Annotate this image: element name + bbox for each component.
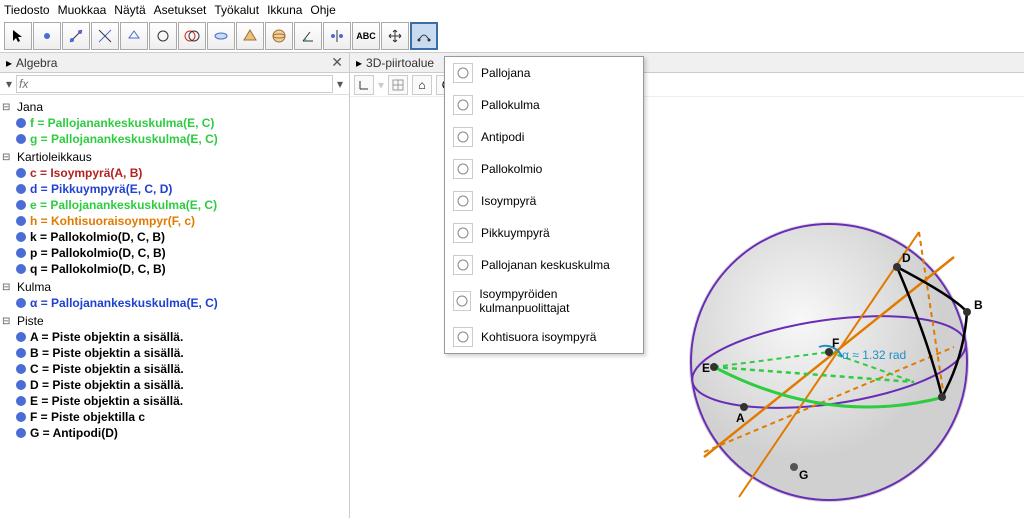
tree-item[interactable]: α = Pallojanankeskuskulma(E, C) bbox=[2, 295, 347, 311]
dropdown-icon bbox=[453, 127, 473, 147]
dropdown-item[interactable]: Kohtisuora isoympyrä bbox=[445, 321, 643, 353]
menu-item[interactable]: Asetukset bbox=[154, 3, 207, 17]
tree-item[interactable]: f = Pallojanankeskuskulma(E, C) bbox=[2, 115, 347, 131]
tree-item[interactable]: h = Kohtisuoraisoympyr(F, c) bbox=[2, 213, 347, 229]
menu-item[interactable]: Ohje bbox=[310, 3, 335, 17]
tool-circle[interactable] bbox=[149, 22, 177, 50]
panel-title: Algebra bbox=[16, 56, 327, 70]
tool-line[interactable] bbox=[62, 22, 90, 50]
axes-toggle[interactable] bbox=[354, 75, 374, 95]
tree-item[interactable]: B = Piste objektin a sisällä. bbox=[2, 345, 347, 361]
algebra-tree: ⊟Janaf = Pallojanankeskuskulma(E, C)g = … bbox=[0, 95, 349, 518]
tool-sphere-arc[interactable] bbox=[410, 22, 438, 50]
tree-item[interactable]: q = Pallokolmio(D, C, B) bbox=[2, 261, 347, 277]
tool-move-view[interactable] bbox=[381, 22, 409, 50]
dropdown-icon bbox=[453, 255, 473, 275]
tree-group[interactable]: ⊟Jana bbox=[2, 99, 347, 115]
tool-reflect[interactable] bbox=[323, 22, 351, 50]
tool-pyramid[interactable] bbox=[236, 22, 264, 50]
svg-text:α ≈ 1.32 rad: α ≈ 1.32 rad bbox=[842, 348, 906, 362]
svg-text:G: G bbox=[799, 468, 808, 482]
dropdown-icon bbox=[453, 95, 473, 115]
tool-perpendicular[interactable] bbox=[91, 22, 119, 50]
dropdown-item[interactable]: Pallojana bbox=[445, 57, 643, 89]
menu-item[interactable]: Näytä bbox=[114, 3, 145, 17]
tree-group[interactable]: ⊟Piste bbox=[2, 313, 347, 329]
tree-item[interactable]: k = Pallokolmio(D, C, B) bbox=[2, 229, 347, 245]
dropdown-icon bbox=[453, 159, 473, 179]
tree-group[interactable]: ⊟Kulma bbox=[2, 279, 347, 295]
dropdown-icon bbox=[453, 191, 473, 211]
tool-text[interactable]: ABC bbox=[352, 22, 380, 50]
svg-text:B: B bbox=[974, 298, 983, 312]
tree-group[interactable]: ⊟Kartioleikkaus bbox=[2, 149, 347, 165]
close-icon[interactable]: ✕ bbox=[331, 54, 343, 71]
tree-item[interactable]: C = Piste objektin a sisällä. bbox=[2, 361, 347, 377]
svg-text:A: A bbox=[736, 411, 745, 425]
svg-text:F: F bbox=[832, 336, 839, 350]
view-sep: ▾ bbox=[378, 78, 384, 92]
dropdown-item[interactable]: Pallojanan keskuskulma bbox=[445, 249, 643, 281]
tool-intersect[interactable] bbox=[178, 22, 206, 50]
tree-item[interactable]: e = Pallojanankeskuskulma(E, C) bbox=[2, 197, 347, 213]
tool-dropdown: PallojanaPallokulmaAntipodiPallokolmioIs… bbox=[444, 56, 644, 354]
collapse-icon[interactable]: ▸ bbox=[356, 56, 362, 70]
input-dropdown[interactable]: ▾ bbox=[333, 77, 347, 91]
tool-sphere[interactable] bbox=[265, 22, 293, 50]
tree-item[interactable]: d = Pikkuympyrä(E, C, D) bbox=[2, 181, 347, 197]
algebra-input[interactable] bbox=[16, 75, 333, 93]
tool-angle[interactable] bbox=[294, 22, 322, 50]
tree-item[interactable]: F = Piste objektilla c bbox=[2, 409, 347, 425]
svg-text:E: E bbox=[702, 361, 710, 375]
grid-toggle[interactable] bbox=[388, 75, 408, 95]
toolbar: ABC bbox=[0, 20, 1024, 53]
svg-text:D: D bbox=[902, 251, 911, 265]
dropdown-icon bbox=[453, 63, 473, 83]
dropdown-item[interactable]: Isoympyröiden kulmanpuolittajat bbox=[445, 281, 643, 321]
collapse-icon[interactable]: ▸ bbox=[6, 56, 12, 70]
menubar: Tiedosto Muokkaa Näytä Asetukset Työkalu… bbox=[0, 0, 1024, 20]
menu-item[interactable]: Työkalut bbox=[214, 3, 259, 17]
input-toggle[interactable]: ▾ bbox=[2, 77, 16, 91]
menu-item[interactable]: Tiedosto bbox=[4, 3, 50, 17]
tree-item[interactable]: E = Piste objektin a sisällä. bbox=[2, 393, 347, 409]
tree-item[interactable]: g = Pallojanankeskuskulma(E, C) bbox=[2, 131, 347, 147]
home-button[interactable]: ⌂ bbox=[412, 75, 432, 95]
dropdown-icon bbox=[453, 223, 473, 243]
input-bar: ▾ ▾ bbox=[0, 73, 349, 95]
tool-select[interactable] bbox=[4, 22, 32, 50]
tree-item[interactable]: G = Antipodi(D) bbox=[2, 425, 347, 441]
tree-item[interactable]: A = Piste objektin a sisällä. bbox=[2, 329, 347, 345]
menu-item[interactable]: Ikkuna bbox=[267, 3, 302, 17]
menu-item[interactable]: Muokkaa bbox=[58, 3, 107, 17]
dropdown-icon bbox=[453, 291, 471, 311]
dropdown-icon bbox=[453, 327, 473, 347]
dropdown-item[interactable]: Antipodi bbox=[445, 121, 643, 153]
dropdown-item[interactable]: Pikkuympyrä bbox=[445, 217, 643, 249]
tree-item[interactable]: p = Pallokolmio(D, C, B) bbox=[2, 245, 347, 261]
tree-item[interactable]: c = Isoympyrä(A, B) bbox=[2, 165, 347, 181]
dropdown-item[interactable]: Pallokulma bbox=[445, 89, 643, 121]
tool-plane[interactable] bbox=[207, 22, 235, 50]
sphere-render: α ≈ 1.32 rad A B D E F G bbox=[664, 197, 994, 527]
dropdown-item[interactable]: Isoympyrä bbox=[445, 185, 643, 217]
tree-item[interactable]: D = Piste objektin a sisällä. bbox=[2, 377, 347, 393]
algebra-panel: ▸ Algebra ✕ ▾ ▾ ⊟Janaf = Pallojanankesku… bbox=[0, 53, 350, 518]
dropdown-item[interactable]: Pallokolmio bbox=[445, 153, 643, 185]
tool-polygon[interactable] bbox=[120, 22, 148, 50]
tool-point[interactable] bbox=[33, 22, 61, 50]
